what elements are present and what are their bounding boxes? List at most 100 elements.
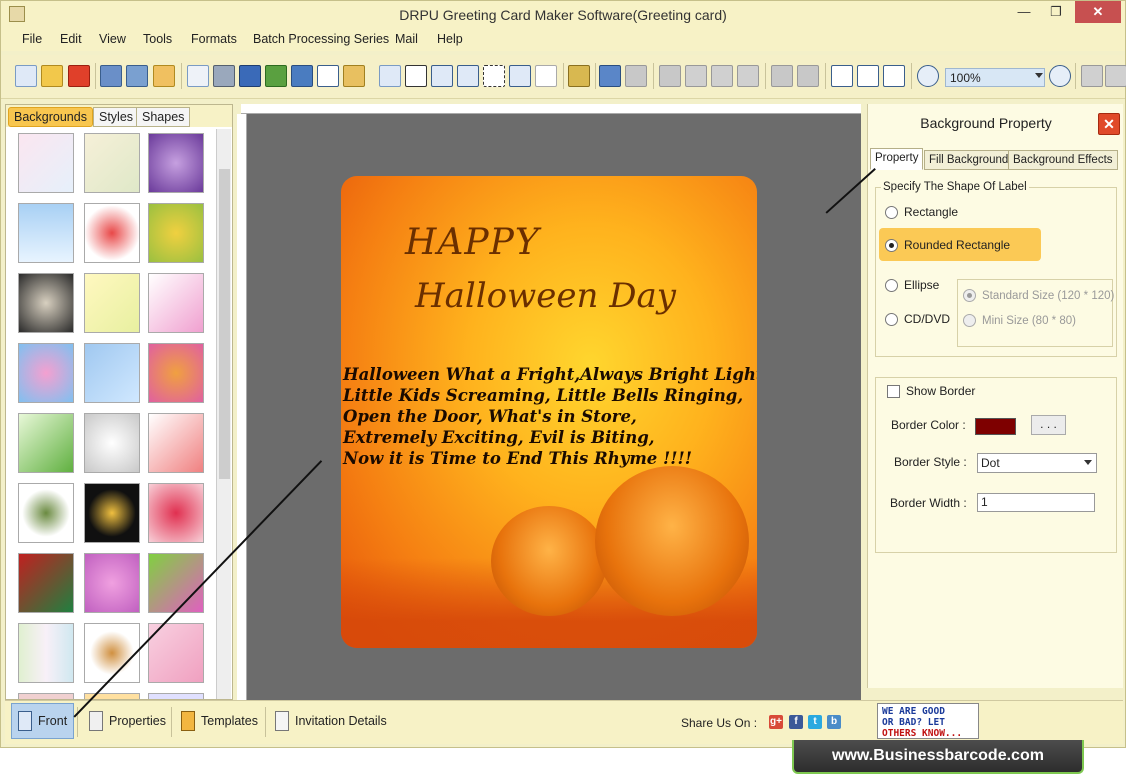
image-tool-icon[interactable] bbox=[343, 65, 365, 87]
restore-button[interactable]: ❐ bbox=[1041, 1, 1071, 23]
background-thumb[interactable] bbox=[84, 553, 140, 613]
background-thumb[interactable] bbox=[18, 413, 74, 473]
thumbnail-scrollbar[interactable] bbox=[216, 129, 231, 699]
background-thumb[interactable] bbox=[84, 203, 140, 263]
background-thumb[interactable] bbox=[84, 343, 140, 403]
background-thumb[interactable] bbox=[84, 133, 140, 193]
background-thumb[interactable] bbox=[148, 413, 204, 473]
border-style-select[interactable]: Dot bbox=[977, 453, 1097, 473]
mail-icon[interactable] bbox=[509, 65, 531, 87]
border-color-swatch[interactable] bbox=[975, 418, 1016, 435]
menu-formats[interactable]: Formats bbox=[191, 32, 237, 46]
invitation-details-button[interactable]: Invitation Details bbox=[269, 703, 393, 739]
background-thumb[interactable] bbox=[84, 623, 140, 683]
blogger-icon[interactable]: b bbox=[827, 715, 841, 729]
save-icon[interactable] bbox=[100, 65, 122, 87]
zoom-out-icon[interactable] bbox=[1049, 65, 1071, 87]
background-thumb[interactable] bbox=[18, 623, 74, 683]
database-icon[interactable] bbox=[568, 65, 590, 87]
actual-size-icon[interactable] bbox=[857, 65, 879, 87]
tab-backgrounds[interactable]: Backgrounds bbox=[8, 107, 93, 127]
edit-image-icon[interactable] bbox=[265, 65, 287, 87]
menu-batch-processing[interactable]: Batch Processing Series bbox=[253, 32, 389, 46]
background-thumb[interactable] bbox=[148, 693, 204, 699]
border-color-picker-button[interactable]: . . . bbox=[1031, 415, 1066, 435]
watermark-icon[interactable] bbox=[379, 65, 401, 87]
redo-icon[interactable] bbox=[625, 65, 647, 87]
background-thumb[interactable] bbox=[148, 483, 204, 543]
menu-edit[interactable]: Edit bbox=[60, 32, 82, 46]
tab-shapes[interactable]: Shapes bbox=[136, 107, 191, 127]
size-option-standard[interactable]: Standard Size (120 * 120) bbox=[963, 289, 1114, 302]
radio-icon[interactable] bbox=[963, 314, 976, 327]
greeting-card[interactable]: HAPPY Halloween Day Halloween What a Fri… bbox=[341, 176, 757, 648]
shape-option-cd-dvd[interactable]: CD/DVD bbox=[885, 312, 950, 326]
tab-fill-background[interactable]: Fill Background bbox=[924, 150, 1014, 170]
radio-icon[interactable] bbox=[885, 238, 898, 252]
templates-button[interactable]: Templates bbox=[175, 703, 264, 739]
symbol-icon[interactable] bbox=[483, 65, 505, 87]
tab-styles[interactable]: Styles bbox=[93, 107, 140, 127]
copy-icon[interactable] bbox=[685, 65, 707, 87]
background-thumb[interactable] bbox=[148, 133, 204, 193]
menu-help[interactable]: Help bbox=[437, 32, 463, 46]
front-button[interactable]: Front bbox=[11, 703, 75, 739]
print-icon[interactable] bbox=[213, 65, 235, 87]
barcode-icon[interactable] bbox=[405, 65, 427, 87]
background-thumb[interactable] bbox=[148, 553, 204, 613]
background-thumb[interactable] bbox=[18, 343, 74, 403]
background-thumb[interactable] bbox=[18, 693, 74, 699]
size-option-mini[interactable]: Mini Size (80 * 80) bbox=[963, 314, 1076, 327]
unlock-icon[interactable] bbox=[1105, 65, 1126, 87]
background-thumb[interactable] bbox=[18, 553, 74, 613]
background-thumb[interactable] bbox=[84, 413, 140, 473]
background-thumb[interactable] bbox=[84, 273, 140, 333]
close-window-button[interactable]: ✕ bbox=[1075, 1, 1121, 23]
background-thumb[interactable] bbox=[148, 203, 204, 263]
chevron-down-icon[interactable] bbox=[1035, 73, 1043, 78]
pencil-icon[interactable] bbox=[317, 65, 339, 87]
feedback-badge[interactable]: WE ARE GOOD OR BAD? LET OTHERS KNOW... bbox=[877, 703, 979, 739]
export-icon[interactable] bbox=[153, 65, 175, 87]
menu-view[interactable]: View bbox=[99, 32, 126, 46]
lock-icon[interactable] bbox=[1081, 65, 1103, 87]
google-plus-icon[interactable]: g+ bbox=[769, 715, 783, 729]
paste-icon[interactable] bbox=[711, 65, 733, 87]
radio-icon[interactable] bbox=[885, 278, 898, 292]
card-title-line2[interactable]: Halloween Day bbox=[415, 276, 676, 316]
menu-file[interactable]: File bbox=[22, 32, 42, 46]
delete-icon[interactable] bbox=[737, 65, 759, 87]
background-thumb[interactable] bbox=[18, 203, 74, 263]
shape-option-ellipse[interactable]: Ellipse bbox=[885, 278, 939, 292]
shape-option-rounded-rectangle[interactable]: Rounded Rectangle bbox=[885, 238, 1010, 252]
background-thumb[interactable] bbox=[84, 483, 140, 543]
line-icon[interactable] bbox=[535, 65, 557, 87]
shape-option-rectangle[interactable]: Rectangle bbox=[885, 205, 958, 219]
facebook-icon[interactable]: f bbox=[789, 715, 803, 729]
show-border-checkbox[interactable] bbox=[887, 385, 900, 398]
tab-background-effects[interactable]: Background Effects bbox=[1008, 150, 1118, 170]
background-thumb[interactable] bbox=[18, 273, 74, 333]
twitter-icon[interactable]: t bbox=[808, 715, 822, 729]
new-icon[interactable] bbox=[15, 65, 37, 87]
close-panel-button[interactable]: ✕ bbox=[1098, 113, 1120, 135]
print-preview-icon[interactable] bbox=[187, 65, 209, 87]
tab-property[interactable]: Property bbox=[870, 148, 924, 170]
undo-icon[interactable] bbox=[599, 65, 621, 87]
border-width-spinner[interactable]: 1 bbox=[977, 493, 1095, 512]
radio-icon[interactable] bbox=[885, 312, 898, 326]
radio-icon[interactable] bbox=[885, 205, 898, 219]
chevron-down-icon[interactable] bbox=[1084, 460, 1092, 465]
background-thumb[interactable] bbox=[148, 343, 204, 403]
close-doc-icon[interactable] bbox=[68, 65, 90, 87]
background-thumb[interactable] bbox=[18, 483, 74, 543]
background-thumb[interactable] bbox=[148, 273, 204, 333]
bring-front-icon[interactable] bbox=[771, 65, 793, 87]
text-icon[interactable] bbox=[431, 65, 453, 87]
minimize-button[interactable]: — bbox=[1009, 1, 1039, 23]
zoom-in-icon[interactable] bbox=[917, 65, 939, 87]
grid-icon[interactable] bbox=[831, 65, 853, 87]
background-thumb[interactable] bbox=[18, 133, 74, 193]
scrollbar-thumb[interactable] bbox=[219, 169, 230, 479]
zoom-select[interactable]: 100% bbox=[945, 68, 1045, 87]
